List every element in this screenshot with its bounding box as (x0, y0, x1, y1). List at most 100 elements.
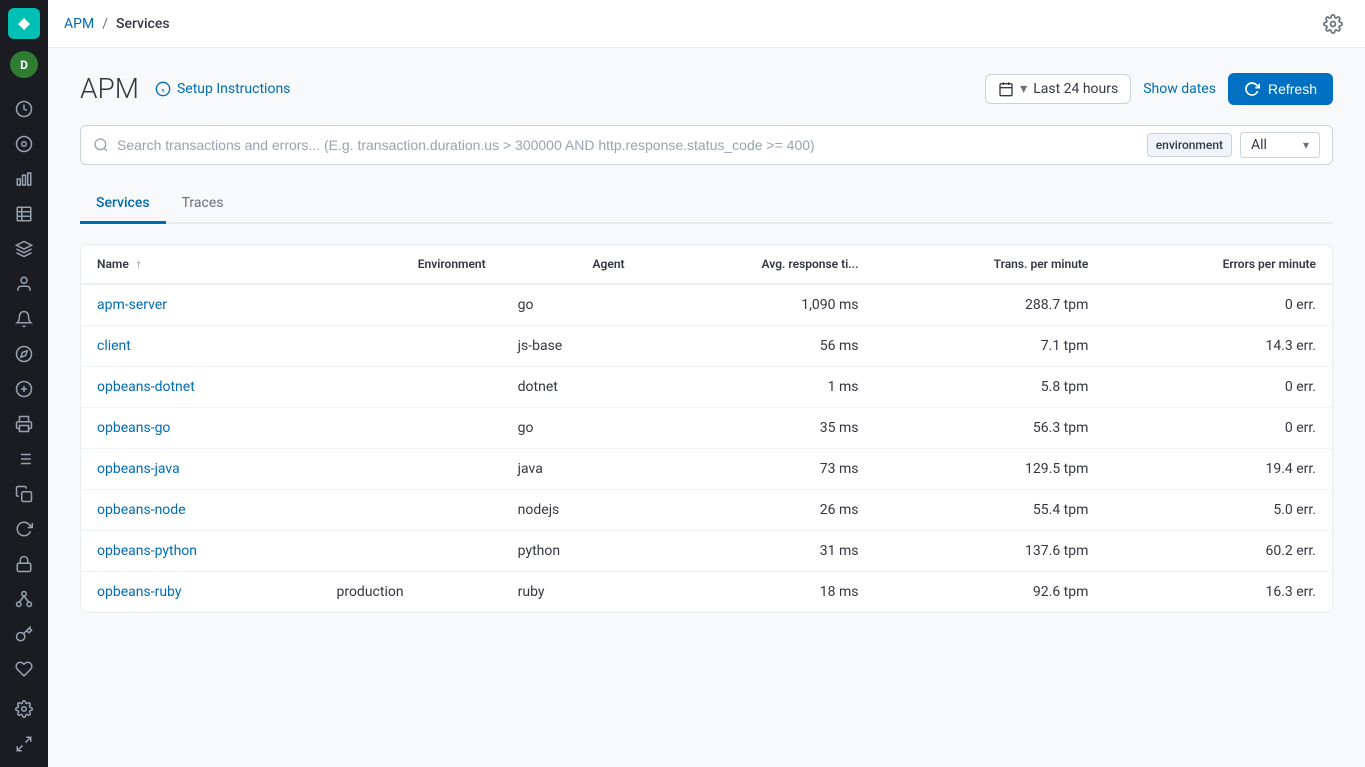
printer-icon[interactable] (8, 409, 40, 440)
refresh-icon (1244, 81, 1260, 97)
tpm-cell: 55.4 tpm (874, 490, 1104, 531)
environment-badge: environment (1147, 133, 1232, 157)
bell-icon[interactable] (8, 304, 40, 335)
table-row: apm-server go 1,090 ms 288.7 tpm 0 err. (81, 284, 1332, 326)
plus-circle-icon[interactable] (8, 374, 40, 405)
col-avg-response[interactable]: Avg. response ti... (641, 245, 875, 284)
table-row: client js-base 56 ms 7.1 tpm 14.3 err. (81, 326, 1332, 367)
environment-cell (320, 326, 501, 367)
agent-cell: go (502, 284, 641, 326)
service-name-cell[interactable]: opbeans-node (81, 490, 320, 531)
copy-icon[interactable] (8, 479, 40, 510)
user-avatar[interactable]: D (10, 51, 38, 78)
avg-response-cell: 31 ms (641, 531, 875, 572)
info-icon (155, 81, 171, 97)
refresh-button[interactable]: Refresh (1228, 73, 1333, 105)
col-epm[interactable]: Errors per minute (1104, 245, 1332, 284)
agent-cell: ruby (502, 572, 641, 613)
breadcrumb-apm[interactable]: APM (64, 16, 94, 32)
epm-cell: 16.3 err. (1104, 572, 1332, 613)
table-row: opbeans-python python 31 ms 137.6 tpm 60… (81, 531, 1332, 572)
main-area: APM / Services APM Setup Instructions (48, 0, 1365, 767)
integration-icon[interactable] (8, 584, 40, 615)
environment-cell (320, 284, 501, 326)
environment-dropdown[interactable]: All ▾ (1240, 132, 1320, 158)
tab-services[interactable]: Services (80, 185, 166, 224)
service-name-cell[interactable]: client (81, 326, 320, 367)
table-row: opbeans-java java 73 ms 129.5 tpm 19.4 e… (81, 449, 1332, 490)
avg-response-cell: 1 ms (641, 367, 875, 408)
setup-instructions-link[interactable]: Setup Instructions (155, 81, 290, 97)
show-dates-link[interactable]: Show dates (1143, 81, 1216, 97)
environment-cell (320, 408, 501, 449)
tab-traces[interactable]: Traces (166, 185, 240, 224)
agent-cell: java (502, 449, 641, 490)
dropdown-arrow-icon: ▾ (1303, 138, 1309, 152)
layers-icon[interactable] (8, 234, 40, 265)
service-name-cell[interactable]: opbeans-java (81, 449, 320, 490)
chart-bar-icon[interactable] (8, 164, 40, 195)
top-nav: APM / Services (48, 0, 1365, 48)
epm-cell: 0 err. (1104, 367, 1332, 408)
avg-response-cell: 35 ms (641, 408, 875, 449)
tpm-cell: 56.3 tpm (874, 408, 1104, 449)
list-icon[interactable] (8, 444, 40, 475)
header-controls: ▾ Last 24 hours Show dates Refresh (985, 73, 1333, 105)
col-tpm[interactable]: Trans. per minute (874, 245, 1104, 284)
clock-icon[interactable] (8, 94, 40, 125)
service-name-cell[interactable]: opbeans-go (81, 408, 320, 449)
service-name-cell[interactable]: opbeans-python (81, 531, 320, 572)
epm-cell: 60.2 err. (1104, 531, 1332, 572)
agent-cell: js-base (502, 326, 641, 367)
key-icon[interactable] (8, 619, 40, 650)
agent-cell: python (502, 531, 641, 572)
expand-icon[interactable] (8, 728, 40, 759)
sort-asc-icon: ↑ (136, 257, 142, 271)
agent-cell: go (502, 408, 641, 449)
services-table-container: Name ↑ Environment Agent Avg. response t… (80, 244, 1333, 613)
app-logo[interactable] (8, 8, 40, 39)
tpm-cell: 5.8 tpm (874, 367, 1104, 408)
search-input[interactable] (117, 137, 1139, 153)
person-icon[interactable] (8, 269, 40, 300)
page-header: APM Setup Instructions ▾ Last 24 hours S… (80, 72, 1333, 105)
avg-response-cell: 56 ms (641, 326, 875, 367)
compass-icon[interactable] (8, 339, 40, 370)
tpm-cell: 288.7 tpm (874, 284, 1104, 326)
refresh-circle-icon[interactable] (8, 514, 40, 545)
breadcrumb: APM / Services (64, 16, 170, 32)
col-environment[interactable]: Environment (320, 245, 501, 284)
time-range-label: Last 24 hours (1033, 81, 1118, 97)
date-range-picker[interactable]: ▾ Last 24 hours (985, 74, 1131, 104)
breadcrumb-separator: / (102, 16, 108, 32)
avg-response-cell: 1,090 ms (641, 284, 875, 326)
heart-icon[interactable] (8, 654, 40, 685)
service-name-cell[interactable]: apm-server (81, 284, 320, 326)
breadcrumb-services: Services (116, 16, 170, 32)
circle-dot-icon[interactable] (8, 129, 40, 160)
main-content: APM Setup Instructions ▾ Last 24 hours S… (48, 48, 1365, 767)
service-name-cell[interactable]: opbeans-dotnet (81, 367, 320, 408)
environment-cell (320, 449, 501, 490)
settings-gear-icon[interactable] (8, 693, 40, 724)
col-agent[interactable]: Agent (502, 245, 641, 284)
avg-response-cell: 73 ms (641, 449, 875, 490)
environment-cell (320, 531, 501, 572)
col-name[interactable]: Name ↑ (81, 245, 320, 284)
epm-cell: 5.0 err. (1104, 490, 1332, 531)
table-icon[interactable] (8, 199, 40, 230)
top-settings-icon[interactable] (1317, 8, 1349, 40)
avg-response-cell: 18 ms (641, 572, 875, 613)
nav-right (1317, 8, 1349, 40)
calendar-icon (998, 81, 1014, 97)
tpm-cell: 92.6 tpm (874, 572, 1104, 613)
epm-cell: 14.3 err. (1104, 326, 1332, 367)
epm-cell: 19.4 err. (1104, 449, 1332, 490)
lock-icon[interactable] (8, 549, 40, 580)
tabs-container: Services Traces (80, 185, 1333, 224)
sidebar: D (0, 0, 48, 767)
agent-cell: dotnet (502, 367, 641, 408)
tpm-cell: 137.6 tpm (874, 531, 1104, 572)
service-name-cell[interactable]: opbeans-ruby (81, 572, 320, 613)
table-row: opbeans-dotnet dotnet 1 ms 5.8 tpm 0 err… (81, 367, 1332, 408)
